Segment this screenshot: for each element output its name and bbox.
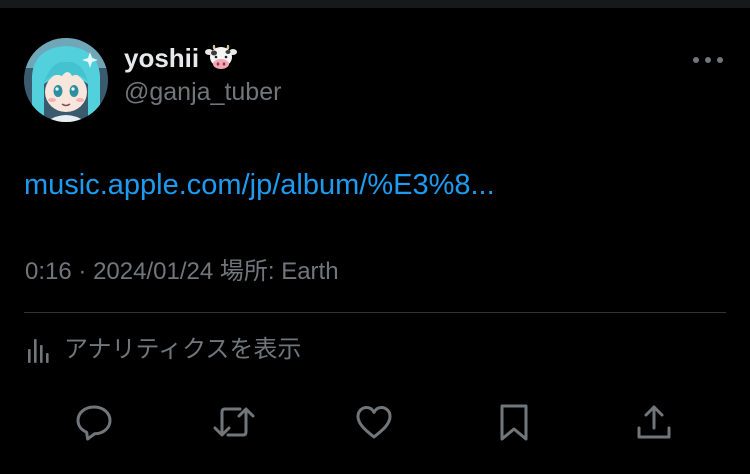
bookmark-button[interactable] [492, 400, 536, 444]
retweet-icon [213, 407, 255, 437]
meta-separator: · [78, 258, 87, 285]
reply-button[interactable] [72, 400, 116, 444]
tweet-meta: 0:16 · 2024/01/24 場所: Earth [25, 257, 339, 287]
tweet-detail: yoshii @ganja_tuber music.apple.com/jp/a… [0, 8, 750, 474]
display-name-text: yoshii [124, 43, 200, 73]
analytics-label: アナリティクスを表示 [64, 336, 302, 363]
share-icon [637, 405, 671, 439]
tweet-location[interactable]: 場所: Earth [220, 258, 339, 285]
cow-face-icon [205, 44, 238, 78]
tweet-date[interactable]: 2024/01/24 [93, 258, 213, 285]
like-icon [356, 406, 392, 439]
avatar-image [24, 38, 108, 122]
more-horizontal-icon [693, 57, 723, 63]
bookmark-icon [500, 404, 528, 441]
analytics-icon [28, 339, 49, 363]
view-analytics-button[interactable]: アナリティクスを表示 [24, 334, 301, 366]
like-button[interactable] [352, 400, 396, 444]
top-strip [0, 0, 750, 8]
reply-icon [76, 405, 112, 441]
more-options-button[interactable] [690, 48, 726, 72]
retweet-button[interactable] [212, 400, 256, 444]
divider [24, 312, 726, 313]
avatar[interactable] [24, 38, 108, 122]
tweet-time[interactable]: 0:16 [25, 258, 72, 285]
author-display-name[interactable]: yoshii [124, 43, 238, 78]
author-handle[interactable]: @ganja_tuber [124, 77, 281, 107]
share-button[interactable] [632, 400, 676, 444]
tweet-link[interactable]: music.apple.com/jp/album/%E3%8... [24, 168, 495, 202]
